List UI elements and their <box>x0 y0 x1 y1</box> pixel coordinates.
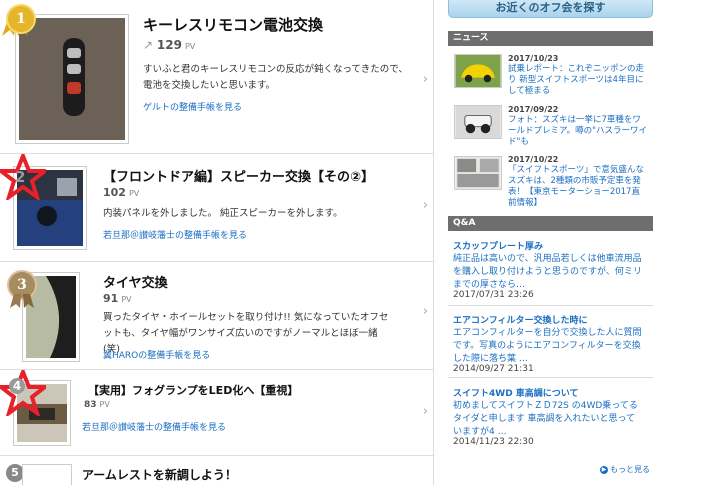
pv-count: 91 PV <box>103 292 132 305</box>
pv-unit: PV <box>128 189 140 198</box>
ranking-item-title[interactable]: キーレスリモコン電池交換 <box>143 14 323 35</box>
pv-unit: PV <box>121 295 132 304</box>
chevron-right-icon[interactable]: › <box>423 404 428 419</box>
news-heading: ニュース <box>448 31 653 46</box>
more-link[interactable]: ▶ もっと見る <box>600 464 650 475</box>
pv-number: 102 <box>103 186 126 199</box>
news-item[interactable]: 2017/10/23 試乗レポート：これぞニッポンの走り 新型スイフトスポーツは… <box>448 50 653 100</box>
more-label: もっと見る <box>610 465 650 474</box>
maintenance-log-link[interactable]: 若旦那＠讃岐藩士の整備手帳を見る <box>103 228 247 241</box>
pv-count: 83 PV <box>84 400 110 410</box>
news-date: 2017/09/22 <box>508 105 559 114</box>
chevron-right-icon[interactable]: › <box>423 304 428 319</box>
maintenance-log-link[interactable]: 翼HAROの整備手帳を見る <box>103 348 210 361</box>
ranking-item-title[interactable]: アームレストを新調しよう！ <box>82 466 237 483</box>
ranking-item-description: すいふと君のキーレスリモコンの反応が鈍くなってきたので、電池を交換したいと思いま… <box>143 64 408 91</box>
qa-title[interactable]: スカッフプレート厚み <box>453 239 543 252</box>
news-date: 2017/10/22 <box>508 155 559 164</box>
arrow-circle-icon: ▶ <box>600 465 608 474</box>
news-thumbnail[interactable] <box>454 105 502 139</box>
ranking-item-1[interactable]: 1 キーレスリモコン電池交換 ↗ 129 PV すいふと君のキーレスリモコンの反応… <box>0 0 434 154</box>
chevron-right-icon[interactable]: › <box>423 198 428 213</box>
keyless-remote-image <box>19 18 125 140</box>
pv-unit: PV <box>184 42 196 51</box>
trend-icon: ↗ <box>143 38 154 52</box>
rank-4-star-icon <box>0 370 46 416</box>
ranking-item-2[interactable]: 2 【フロントドア編】スピーカー交換【その②】 102 PV 内装パネルを外しまし… <box>0 154 434 262</box>
qa-title[interactable]: エアコンフィルター交換した時に <box>453 313 588 326</box>
news-date: 2017/10/23 <box>508 54 559 63</box>
rank-2-number: 2 <box>15 168 26 186</box>
ranking-item-5[interactable]: 5 アームレストを新調しよう！ <box>0 456 434 485</box>
news-item[interactable]: 2017/09/22 フォト：スズキは一挙に7車種をワールドプレミア。噂の"ハス… <box>448 102 653 150</box>
qa-body[interactable]: エアコンフィルターを自分で交換した人に質問です。写真のようにエアコンフィルターを… <box>453 327 643 366</box>
qa-heading: Q&A <box>448 216 653 231</box>
qa-item[interactable]: エアコンフィルター交換した時に エアコンフィルターを自分で交換した人に質問です。… <box>448 310 653 378</box>
maintenance-log-link[interactable]: 若旦那＠讃岐藩士の整備手帳を見る <box>82 420 226 433</box>
chevron-right-icon[interactable]: › <box>423 72 428 87</box>
ranking-item-title[interactable]: 【実用】フォグランプをLED化へ【重視】 <box>88 382 298 398</box>
news-title[interactable]: 「スイフトスポーツ」で意気盛んなスズキは、2種類の市販予定車を発表！【東京モータ… <box>508 165 648 209</box>
ranking-item-3[interactable]: 3 タイヤ交換 91 PV 買ったタイヤ・ホイールセットを取り付け!! 気になって… <box>0 262 434 370</box>
qa-date: 2014/11/23 22:30 <box>453 437 534 447</box>
qa-body[interactable]: 初めましてスイフトＺＤ72S の4WD乗ってるタイダと申します 車高調を入れたい… <box>453 400 643 439</box>
news-thumbnail[interactable] <box>454 156 502 190</box>
pv-count: 102 PV <box>103 186 139 199</box>
pv-number: 129 <box>156 38 182 52</box>
pv-count: ↗ 129 PV <box>143 38 195 52</box>
qa-item[interactable]: スカッフプレート厚み 純正品は高いので、汎用品若しくは他車流用品を購入し取り付け… <box>448 236 653 306</box>
maintenance-log-link[interactable]: ゲルトの整備手帳を見る <box>143 100 242 113</box>
qa-item[interactable]: スイフト4WD 車高調について 初めましてスイフトＺＤ72S の4WD乗ってるタ… <box>448 383 653 453</box>
qa-date: 2017/07/31 23:26 <box>453 290 534 300</box>
ranking-item-description: 内装パネルを外しました。 純正スピーカーを外します。 <box>103 208 343 219</box>
news-item[interactable]: 2017/10/22 「スイフトスポーツ」で意気盛んなスズキは、2種類の市販予定… <box>448 152 653 210</box>
pv-number: 83 <box>84 400 97 410</box>
ranking-item-title[interactable]: 【フロントドア編】スピーカー交換【その②】 <box>103 166 374 185</box>
keyless-remote-thumbnail[interactable] <box>15 14 129 144</box>
ranking-item-4[interactable]: 4 【実用】フォグランプをLED化へ【重視】 83 PV 若旦那＠讃岐藩士の整備手… <box>0 370 434 456</box>
news-title[interactable]: フォト：スズキは一挙に7車種をワールドプレミア。噂の"ハスラーワイド"も <box>508 115 648 148</box>
armrest-thumbnail[interactable] <box>22 464 72 485</box>
news-thumbnail[interactable] <box>454 54 502 88</box>
rank-1-medal-icon: 1 <box>8 6 34 32</box>
rank-3-ribbon-icon <box>10 294 34 308</box>
ranking-list: 1 キーレスリモコン電池交換 ↗ 129 PV すいふと君のキーレスリモコンの反応… <box>0 0 434 485</box>
qa-date: 2014/09/27 21:31 <box>453 364 534 374</box>
ranking-item-title[interactable]: タイヤ交換 <box>103 272 168 291</box>
qa-body[interactable]: 純正品は高いので、汎用品若しくは他車流用品を購入し取り付けようと思うのですが、何… <box>453 253 643 292</box>
find-offline-meetup-button[interactable]: お近くのオフ会を探す <box>448 0 653 18</box>
rank-4-number: 4 <box>9 378 25 394</box>
pv-unit: PV <box>99 400 110 409</box>
news-title[interactable]: 試乗レポート：これぞニッポンの走り 新型スイフトスポーツは4年目にして極まる <box>508 64 648 97</box>
pv-number: 91 <box>103 292 119 305</box>
qa-title[interactable]: スイフト4WD 車高調について <box>453 386 579 399</box>
